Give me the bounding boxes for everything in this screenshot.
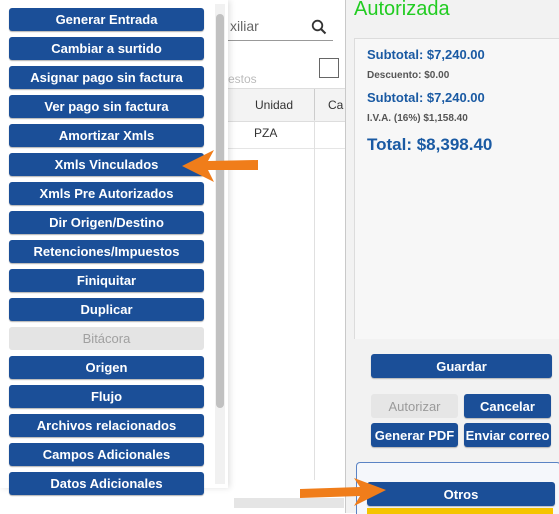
menu-item-origen[interactable]: Origen <box>9 356 204 379</box>
menu-item-xmls-vinculados[interactable]: Xmls Vinculados <box>9 153 204 176</box>
column-divider <box>314 120 315 480</box>
menu-item-bitácora[interactable]: Bitácora <box>9 327 204 350</box>
yellow-button-edge[interactable] <box>367 508 553 514</box>
search-field[interactable]: xiliar <box>228 12 333 41</box>
totals-panel: Autorizada Subtotal: $7,240.00 Descuento… <box>346 0 559 514</box>
menu-item-datos-adicionales[interactable]: Datos Adicionales <box>9 472 204 495</box>
search-input-text[interactable]: xiliar <box>230 18 259 34</box>
menu-item-dir-origen-destino[interactable]: Dir Origen/Destino <box>9 211 204 234</box>
column-header-unidad: Unidad <box>255 98 294 112</box>
impuestos-label: estos <box>228 72 257 86</box>
totals-box: Subtotal: $7,240.00 Descuento: $0.00 Sub… <box>354 38 559 339</box>
menu-item-generar-entrada[interactable]: Generar Entrada <box>9 8 204 31</box>
cancelar-button[interactable]: Cancelar <box>464 394 551 418</box>
orange-arrow-icon <box>300 478 386 506</box>
menu-scrollbar-thumb[interactable] <box>216 14 224 408</box>
total-label: Total: $8,398.40 <box>367 135 493 154</box>
otros-button[interactable]: Otros <box>367 482 555 506</box>
subtotal-after-discount-label: Subtotal: $7,240.00 <box>367 90 485 105</box>
enviar-correo-button[interactable]: Enviar correo <box>464 423 551 447</box>
otros-menu: Generar Entrada Cambiar a surtido Asignar … <box>0 0 228 495</box>
menu-item-duplicar[interactable]: Duplicar <box>9 298 204 321</box>
iva-label: I.V.A. (16%) $1,158.40 <box>367 113 468 124</box>
table-header: Unidad Ca <box>228 88 345 122</box>
guardar-button[interactable]: Guardar <box>371 354 552 378</box>
orange-arrow-icon <box>182 150 258 182</box>
menu-item-cambiar-a-surtido[interactable]: Cambiar a surtido <box>9 37 204 60</box>
impuestos-checkbox[interactable] <box>319 58 339 78</box>
menu-item-finiquitar[interactable]: Finiquitar <box>9 269 204 292</box>
table-row[interactable]: PZA <box>228 120 345 149</box>
descuento-label: Descuento: $0.00 <box>367 70 450 81</box>
menu-item-ver-pago-sin-factura[interactable]: Ver pago sin factura <box>9 95 204 118</box>
menu-item-amortizar-xmls[interactable]: Amortizar Xmls <box>9 124 204 147</box>
status-label: Autorizada <box>354 0 450 20</box>
menu-item-flujo[interactable]: Flujo <box>9 385 204 408</box>
menu-item-retenciones-impuestos[interactable]: Retenciones/Impuestos <box>9 240 204 263</box>
generar-pdf-button[interactable]: Generar PDF <box>371 423 458 447</box>
document-area: xiliar estos Unidad Ca PZA <box>228 0 346 513</box>
menu-item-xmls-pre-autorizados[interactable]: Xmls Pre Autorizados <box>9 182 204 205</box>
menu-item-asignar-pago-sin-factura[interactable]: Asignar pago sin factura <box>9 66 204 89</box>
search-icon[interactable] <box>311 19 327 35</box>
cell-unidad: PZA <box>254 126 278 140</box>
menu-item-campos-adicionales[interactable]: Campos Adicionales <box>9 443 204 466</box>
autorizar-button[interactable]: Autorizar <box>371 394 458 418</box>
column-header-cantidad: Ca <box>328 98 344 112</box>
column-divider <box>314 89 315 121</box>
subtotal-label: Subtotal: $7,240.00 <box>367 47 485 62</box>
menu-item-archivos-relacionados[interactable]: Archivos relacionados <box>9 414 204 437</box>
